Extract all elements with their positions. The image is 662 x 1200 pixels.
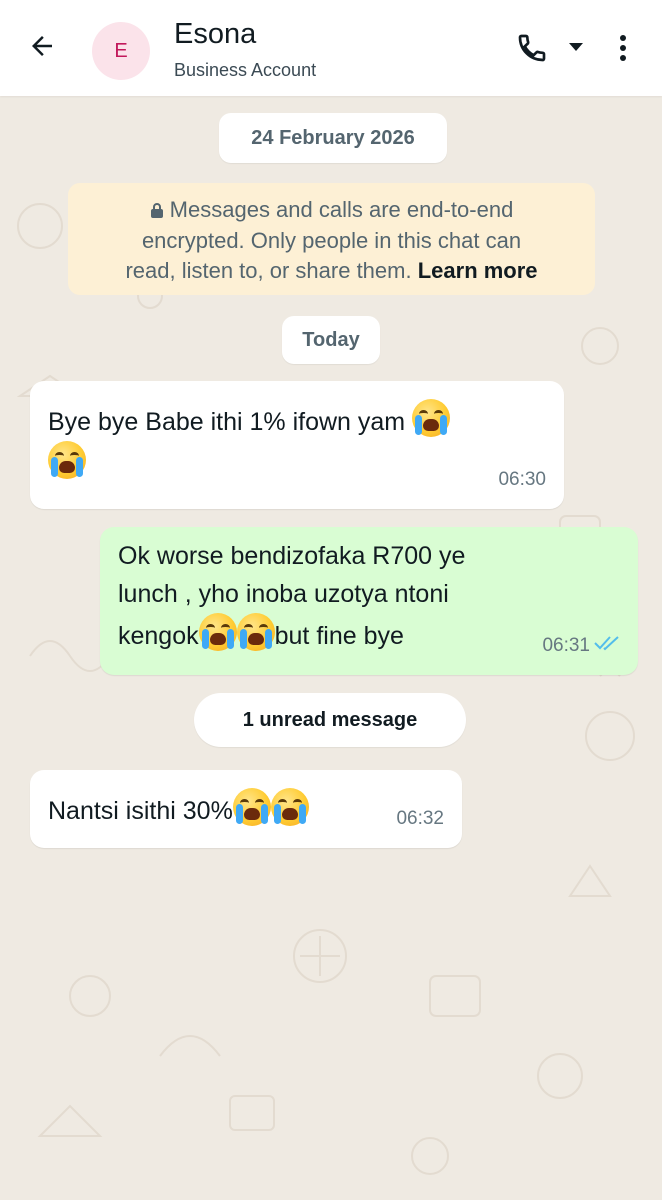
read-double-tick-icon: [594, 625, 622, 663]
message-line-3a: kengok: [118, 622, 199, 650]
message-time: 06:31: [542, 635, 590, 656]
loudly-crying-face-emoji: [48, 441, 86, 479]
encryption-notice[interactable]: Messages and calls are end-to-end encryp…: [68, 183, 595, 295]
incoming-message[interactable]: Nantsi isithi 30% 06:32: [30, 770, 462, 848]
message-text: Nantsi isithi 30%: [48, 797, 233, 825]
more-vert-icon: [619, 34, 627, 67]
message-time: 06:30: [498, 469, 546, 490]
encryption-line-2: encrypted. Only people in this chat can: [141, 228, 522, 254]
call-options-dropdown[interactable]: [564, 36, 588, 60]
back-arrow-icon: [27, 31, 57, 66]
message-line-3b: but fine bye: [274, 622, 404, 650]
loudly-crying-face-emoji: [270, 788, 309, 826]
voice-call-button[interactable]: [512, 30, 552, 70]
phone-icon: [516, 32, 548, 69]
encryption-line-3: read, listen to, or share them.: [125, 258, 412, 284]
more-options-button[interactable]: [608, 30, 638, 70]
outgoing-message[interactable]: Ok worse bendizofaka R700 ye lunch , yho…: [100, 527, 638, 675]
loudly-crying-face-emoji: [198, 613, 237, 651]
unread-divider: 1 unread message: [194, 693, 466, 747]
loudly-crying-face-emoji: [236, 613, 275, 651]
message-text: Bye bye Babe ithi 1% ifown yam: [48, 408, 406, 436]
avatar-initial: E: [114, 39, 128, 62]
loudly-crying-face-emoji: [412, 399, 451, 437]
message-line-1: Ok worse bendizofaka R700 ye: [118, 542, 466, 570]
contact-subtitle: Business Account: [174, 60, 317, 80]
incoming-message[interactable]: Bye bye Babe ithi 1% ifown yam 06:30: [30, 381, 564, 509]
message-time: 06:32: [396, 808, 444, 829]
lock-icon: [150, 196, 164, 226]
back-button[interactable]: [22, 28, 62, 68]
date-divider: 24 February 2026: [219, 113, 447, 163]
learn-more-link[interactable]: Learn more: [418, 258, 538, 283]
message-line-2: lunch , yho inoba uzotya ntoni: [118, 580, 449, 608]
loudly-crying-face-emoji: [232, 788, 271, 826]
caret-down-icon: [568, 39, 584, 57]
encryption-line-1: Messages and calls are end-to-end: [169, 197, 514, 222]
avatar[interactable]: E: [92, 22, 150, 80]
today-divider: Today: [282, 316, 380, 364]
contact-name[interactable]: Esona: [174, 18, 256, 51]
chat-header: E Esona Business Account: [0, 0, 662, 96]
